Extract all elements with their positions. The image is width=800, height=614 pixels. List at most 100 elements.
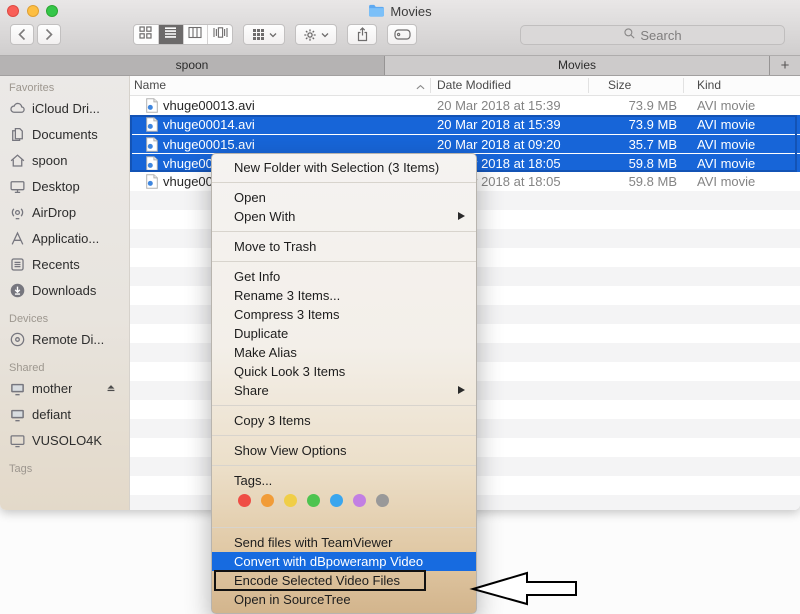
sidebar-item-airdrop[interactable]: AirDrop bbox=[0, 199, 129, 225]
menu-item-compress-3-items[interactable]: Compress 3 Items bbox=[212, 305, 476, 324]
icon-view-button[interactable] bbox=[134, 25, 159, 44]
forward-button[interactable] bbox=[37, 24, 61, 45]
menu-item-copy-3-items[interactable]: Copy 3 Items bbox=[212, 411, 476, 430]
coverflow-view-button[interactable] bbox=[208, 25, 232, 44]
menu-item-open-in-sourcetree[interactable]: Open in SourceTree bbox=[212, 590, 476, 609]
sidebar-item-label: Downloads bbox=[32, 283, 96, 298]
tag-color-dot[interactable] bbox=[261, 494, 274, 507]
tag-color-dot[interactable] bbox=[376, 494, 389, 507]
list-view-button[interactable] bbox=[159, 25, 184, 44]
file-size: 59.8 MB bbox=[560, 172, 677, 191]
column-view-button[interactable] bbox=[184, 25, 209, 44]
file-row[interactable]: vhuge00014.avi20 Mar 2018 at 15:3973.9 M… bbox=[130, 115, 800, 134]
file-size: 59.8 MB bbox=[560, 154, 677, 173]
menu-separator bbox=[212, 465, 476, 466]
sidebar-section-label: Shared bbox=[0, 362, 129, 374]
sidebar-item-spoon[interactable]: spoon bbox=[0, 147, 129, 173]
column-header-size[interactable]: Size bbox=[608, 76, 631, 95]
file-kind: AVI movie bbox=[697, 135, 755, 154]
file-date-modified: 20 Mar 2018 at 09:20 bbox=[437, 135, 561, 154]
tags-button[interactable] bbox=[387, 24, 417, 45]
sidebar-item-label: Remote Di... bbox=[32, 332, 104, 347]
tag-color-dots bbox=[212, 490, 476, 522]
menu-separator bbox=[212, 527, 476, 528]
sidebar-item-desktop[interactable]: Desktop bbox=[0, 173, 129, 199]
display-icon bbox=[9, 406, 26, 423]
tag-color-dot[interactable] bbox=[238, 494, 251, 507]
window-title-text: Movies bbox=[390, 4, 431, 19]
search-input[interactable]: Search bbox=[520, 25, 785, 45]
menu-item-tags[interactable]: Tags... bbox=[212, 471, 476, 490]
cloud-icon bbox=[9, 100, 26, 117]
file-name: vhuge00015.avi bbox=[163, 135, 255, 154]
sidebar-item-documents[interactable]: Documents bbox=[0, 121, 129, 147]
tag-color-dot[interactable] bbox=[284, 494, 297, 507]
context-menu: New Folder with Selection (3 Items)OpenO… bbox=[211, 153, 477, 614]
menu-item-open[interactable]: Open bbox=[212, 188, 476, 207]
file-row[interactable]: vhuge00015.avi20 Mar 2018 at 09:2035.7 M… bbox=[130, 134, 800, 153]
sidebar-item-defiant[interactable]: defiant bbox=[0, 401, 129, 427]
chevron-down-icon bbox=[269, 32, 277, 38]
menu-item-share[interactable]: Share bbox=[212, 381, 476, 400]
column-divider[interactable] bbox=[683, 78, 684, 93]
menu-item-duplicate[interactable]: Duplicate bbox=[212, 324, 476, 343]
new-tab-button[interactable]: + bbox=[769, 56, 800, 75]
column-header-date-modified[interactable]: Date Modified bbox=[437, 76, 511, 95]
action-gear-menu-button[interactable] bbox=[295, 24, 337, 45]
menu-item-new-folder-with-selection-3-items[interactable]: New Folder with Selection (3 Items) bbox=[212, 158, 476, 177]
grid-view-icon bbox=[139, 26, 152, 44]
share-button[interactable] bbox=[347, 24, 377, 45]
sidebar-section-label: Tags bbox=[0, 463, 129, 475]
menu-item-make-alias[interactable]: Make Alias bbox=[212, 343, 476, 362]
tag-color-dot[interactable] bbox=[353, 494, 366, 507]
file-kind: AVI movie bbox=[697, 115, 755, 134]
file-name: vhuge00 bbox=[163, 172, 213, 191]
column-header-kind[interactable]: Kind bbox=[697, 76, 721, 95]
menu-item-rename-3-items[interactable]: Rename 3 Items... bbox=[212, 286, 476, 305]
arrange-menu-button[interactable] bbox=[243, 24, 285, 45]
eject-icon[interactable] bbox=[105, 382, 117, 394]
sidebar-item-label: mother bbox=[32, 381, 72, 396]
sidebar-item-applicatio[interactable]: Applicatio... bbox=[0, 225, 129, 251]
menu-separator bbox=[212, 261, 476, 262]
disc-icon bbox=[9, 331, 26, 348]
chevron-right-icon bbox=[44, 28, 54, 41]
sidebar-item-vusolo4k[interactable]: VUSOLO4K bbox=[0, 427, 129, 453]
tag-color-dot[interactable] bbox=[330, 494, 343, 507]
back-button[interactable] bbox=[10, 24, 34, 45]
menu-item-move-to-trash[interactable]: Move to Trash bbox=[212, 237, 476, 256]
sidebar-item-remote-di[interactable]: Remote Di... bbox=[0, 326, 129, 352]
avi-file-icon bbox=[146, 137, 158, 152]
menu-item-quick-look-3-items[interactable]: Quick Look 3 Items bbox=[212, 362, 476, 381]
column-header-name[interactable]: Name bbox=[134, 76, 166, 95]
screenshot-root: Movies bbox=[0, 0, 800, 614]
file-size: 73.9 MB bbox=[560, 115, 677, 134]
documents-icon bbox=[9, 126, 26, 143]
tab-movies[interactable]: Movies bbox=[385, 56, 769, 75]
menu-item-encode-selected-video-files[interactable]: Encode Selected Video Files bbox=[212, 571, 476, 590]
menu-item-open-with[interactable]: Open With bbox=[212, 207, 476, 226]
menu-item-send-files-with-teamviewer[interactable]: Send files with TeamViewer bbox=[212, 533, 476, 552]
desktop-icon bbox=[9, 178, 26, 195]
menu-item-convert-with-dbpoweramp-video[interactable]: Convert with dBpoweramp Video bbox=[212, 552, 476, 571]
file-row[interactable]: vhuge00013.avi20 Mar 2018 at 15:3973.9 M… bbox=[130, 96, 800, 115]
menu-separator bbox=[212, 231, 476, 232]
tag-color-dot[interactable] bbox=[307, 494, 320, 507]
column-view-icon bbox=[188, 26, 202, 44]
sidebar-item-mother[interactable]: mother bbox=[0, 375, 129, 401]
sidebar-item-label: Recents bbox=[32, 257, 80, 272]
arrange-icon bbox=[252, 28, 265, 41]
column-divider[interactable] bbox=[430, 78, 431, 93]
menu-item-get-info[interactable]: Get Info bbox=[212, 267, 476, 286]
file-kind: AVI movie bbox=[697, 154, 755, 173]
share-icon bbox=[356, 27, 369, 42]
column-divider[interactable] bbox=[588, 78, 589, 93]
folder-icon bbox=[368, 4, 385, 20]
tab-spoon[interactable]: spoon bbox=[0, 56, 385, 75]
sidebar-item-label: VUSOLO4K bbox=[32, 433, 102, 448]
menu-item-show-view-options[interactable]: Show View Options bbox=[212, 441, 476, 460]
sidebar-item-downloads[interactable]: Downloads bbox=[0, 277, 129, 303]
sidebar-item-icloud-dri[interactable]: iCloud Dri... bbox=[0, 95, 129, 121]
sidebar-item-recents[interactable]: Recents bbox=[0, 251, 129, 277]
chevron-down-icon bbox=[321, 32, 329, 38]
